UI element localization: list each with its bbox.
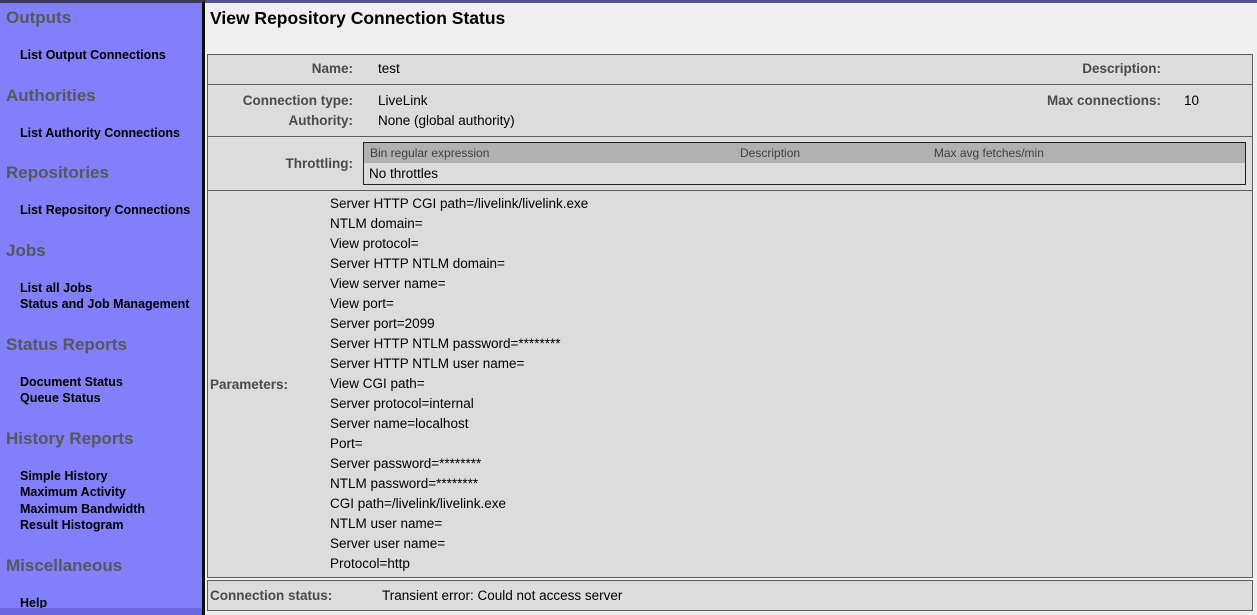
connection-type-row: Connection type: LiveLink Max connection…	[208, 85, 1252, 137]
throttle-empty-message: No throttles	[364, 163, 1245, 184]
parameter-line: Server HTTP NTLM domain=	[330, 254, 1252, 274]
connection-status-row: Connection status: Transient error: Coul…	[207, 580, 1253, 611]
throttling-label: Throttling:	[208, 156, 358, 171]
parameters-list: Server HTTP CGI path=/livelink/livelink.…	[330, 194, 1252, 574]
connection-type-value: LiveLink	[358, 91, 928, 111]
sidebar-section-status-reports: Status Reports Document Status Queue Sta…	[0, 335, 202, 407]
parameter-line: Server name=localhost	[330, 414, 1252, 434]
parameter-line: Server HTTP NTLM password=********	[330, 334, 1252, 354]
parameter-line: View server name=	[330, 274, 1252, 294]
sidebar-section-title-authorities: Authorities	[0, 86, 202, 105]
sidebar-item-maximum-bandwidth[interactable]: Maximum Bandwidth	[0, 501, 202, 518]
sidebar-item-maximum-activity[interactable]: Maximum Activity	[0, 484, 202, 501]
parameter-line: View protocol=	[330, 234, 1252, 254]
throttle-col-max-avg-fetches: Max avg fetches/min	[928, 143, 1245, 163]
sidebar-item-list-repository-connections[interactable]: List Repository Connections	[0, 202, 202, 219]
connection-status-label: Connection status:	[208, 586, 378, 606]
sidebar-section-title-jobs: Jobs	[0, 241, 202, 260]
sidebar-item-result-histogram[interactable]: Result Histogram	[0, 517, 202, 534]
parameter-line: Server password=********	[330, 454, 1252, 474]
throttle-col-description: Description	[734, 143, 928, 163]
sidebar-section-title-repositories: Repositories	[0, 163, 202, 182]
connection-status-value: Transient error: Could not access server	[378, 586, 1252, 606]
parameters-label: Parameters:	[208, 377, 330, 392]
throttle-col-bin-regex: Bin regular expression	[364, 143, 734, 163]
sidebar-item-list-authority-connections[interactable]: List Authority Connections	[0, 125, 202, 142]
parameter-line: View CGI path=	[330, 374, 1252, 394]
name-value: test	[358, 59, 928, 79]
name-label: Name:	[208, 59, 358, 79]
connection-view-table: Name: test Description: Connection type:…	[207, 54, 1253, 578]
max-connections-label: Max connections:	[928, 91, 1166, 111]
sidebar-section-outputs: Outputs List Output Connections	[0, 8, 202, 64]
name-row: Name: test Description:	[208, 55, 1252, 85]
sidebar-section-jobs: Jobs List all Jobs Status and Job Manage…	[0, 241, 202, 313]
throttle-table-header: Bin regular expression Description Max a…	[364, 143, 1245, 163]
parameter-line: NTLM user name=	[330, 514, 1252, 534]
authority-label: Authority:	[208, 111, 358, 131]
authority-value: None (global authority)	[358, 111, 928, 131]
sidebar-section-title-history-reports: History Reports	[0, 429, 202, 448]
parameter-line: NTLM domain=	[330, 214, 1252, 234]
max-connections-value: 10	[1166, 91, 1252, 111]
connection-type-label: Connection type:	[208, 91, 358, 111]
sidebar-section-title-miscellaneous: Miscellaneous	[0, 556, 202, 575]
sidebar-item-list-output-connections[interactable]: List Output Connections	[0, 47, 202, 64]
description-label: Description:	[928, 59, 1166, 79]
page-title: View Repository Connection Status	[205, 3, 1257, 54]
sidebar-item-list-all-jobs[interactable]: List all Jobs	[0, 280, 202, 297]
main-content: View Repository Connection Status Name: …	[205, 0, 1257, 615]
parameter-line: Port=	[330, 434, 1252, 454]
sidebar-item-simple-history[interactable]: Simple History	[0, 468, 202, 485]
parameter-line: Server HTTP NTLM user name=	[330, 354, 1252, 374]
parameter-line: Protocol=http	[330, 554, 1252, 574]
sidebar-section-title-outputs: Outputs	[0, 8, 202, 27]
parameter-line: NTLM password=********	[330, 474, 1252, 494]
sidebar-item-queue-status[interactable]: Queue Status	[0, 390, 202, 407]
sidebar-bottom-strip	[0, 608, 202, 615]
sidebar-section-title-status-reports: Status Reports	[0, 335, 202, 354]
parameter-line: Server HTTP CGI path=/livelink/livelink.…	[330, 194, 1252, 214]
sidebar-section-authorities: Authorities List Authority Connections	[0, 86, 202, 142]
page: Outputs List Output Connections Authorit…	[0, 0, 1257, 615]
throttling-row: Throttling: Bin regular expression Descr…	[208, 137, 1252, 191]
parameter-line: Server protocol=internal	[330, 394, 1252, 414]
parameters-row: Parameters: Server HTTP CGI path=/liveli…	[208, 191, 1252, 577]
sidebar-item-status-and-job-management[interactable]: Status and Job Management	[0, 296, 202, 313]
sidebar-section-repositories: Repositories List Repository Connections	[0, 163, 202, 219]
throttle-table: Bin regular expression Description Max a…	[363, 142, 1246, 185]
description-value	[1166, 59, 1252, 79]
parameter-line: Server user name=	[330, 534, 1252, 554]
parameter-line: CGI path=/livelink/livelink.exe	[330, 494, 1252, 514]
parameter-line: Server port=2099	[330, 314, 1252, 334]
sidebar-section-miscellaneous: Miscellaneous Help	[0, 556, 202, 612]
sidebar-item-document-status[interactable]: Document Status	[0, 374, 202, 391]
sidebar-section-history-reports: History Reports Simple History Maximum A…	[0, 429, 202, 534]
parameter-line: View port=	[330, 294, 1252, 314]
sidebar-nav: Outputs List Output Connections Authorit…	[0, 0, 205, 615]
